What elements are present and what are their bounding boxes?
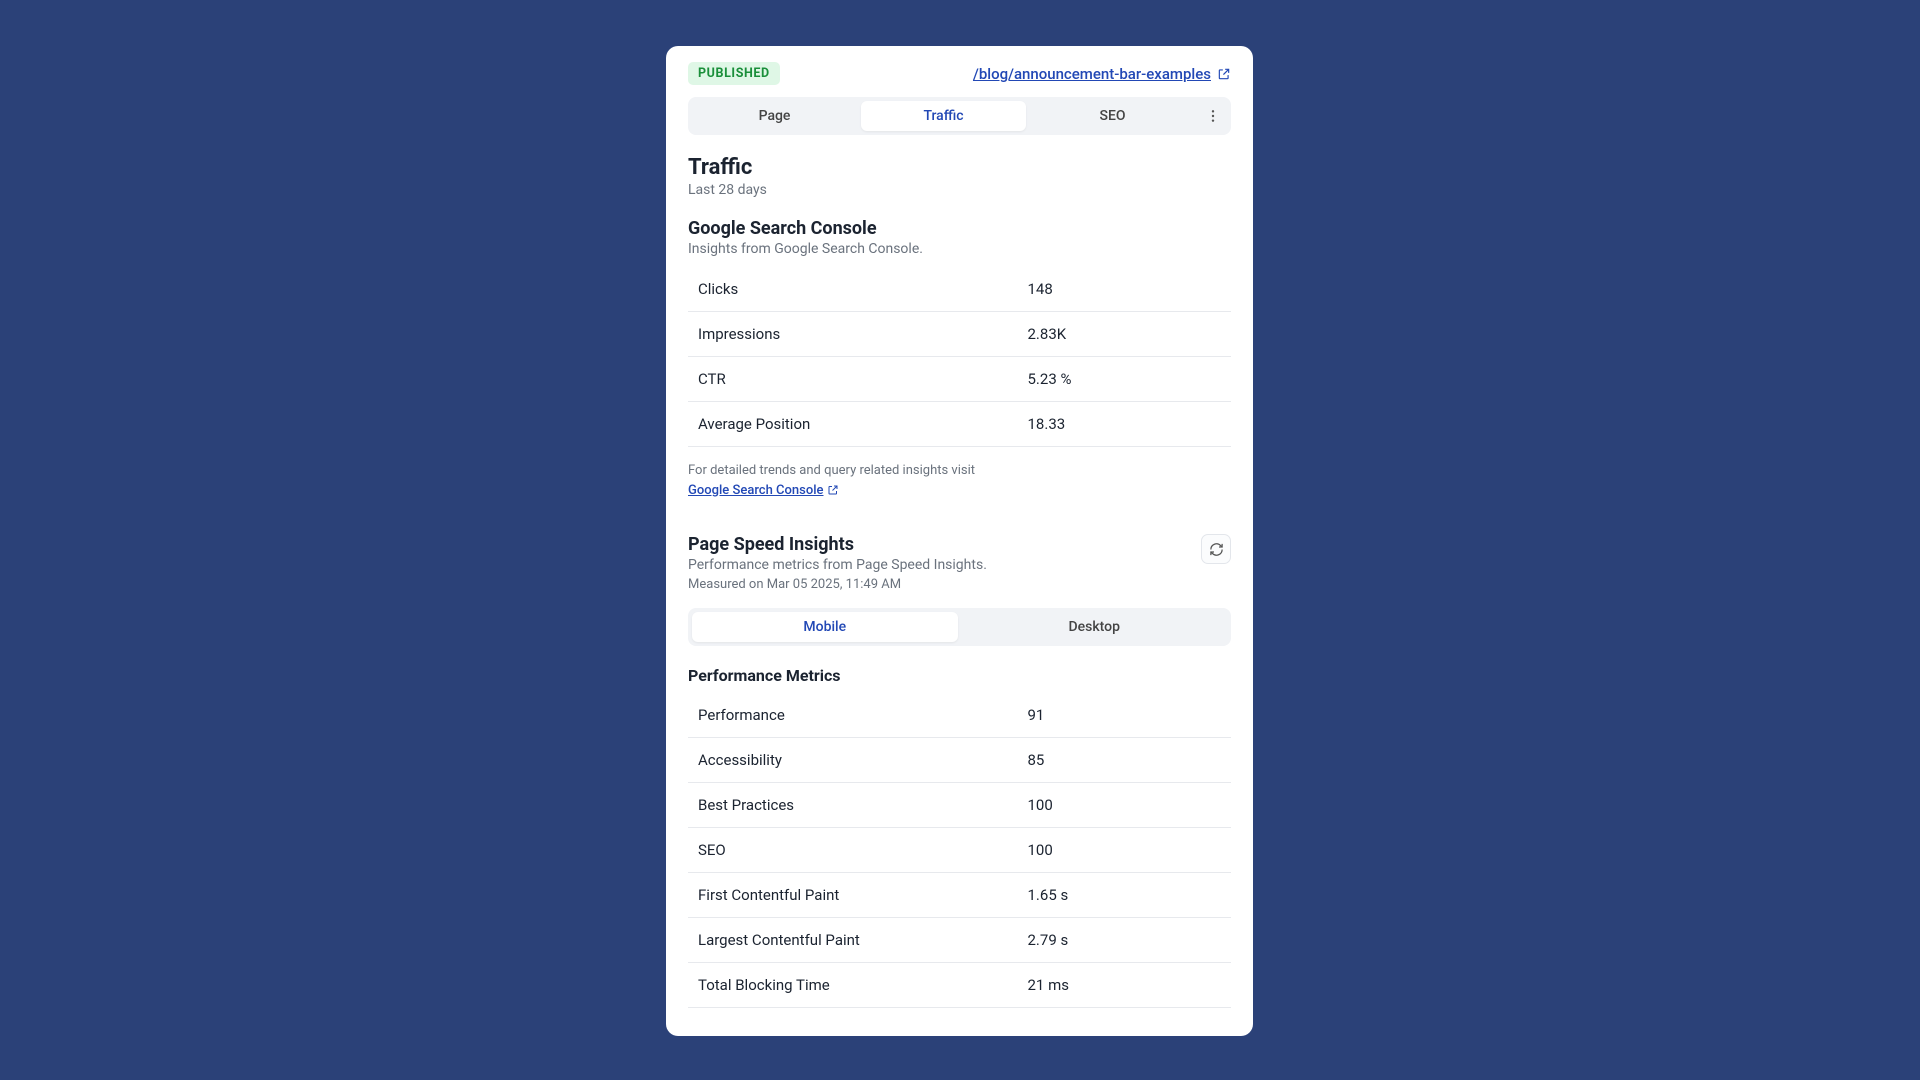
metric-label: Performance: [698, 706, 1028, 724]
tab-mobile[interactable]: Mobile: [692, 612, 958, 642]
metric-row: Clicks 148: [688, 267, 1231, 312]
gsc-metrics: Clicks 148 Impressions 2.83K CTR 5.23 % …: [688, 267, 1231, 447]
metric-value: 100: [1028, 796, 1222, 814]
metric-label: Accessibility: [698, 751, 1028, 769]
metric-value: 5.23 %: [1028, 370, 1222, 388]
metric-row: Largest Contentful Paint 2.79 s: [688, 918, 1231, 963]
psi-metrics: Performance 91 Accessibility 85 Best Pra…: [688, 693, 1231, 1008]
status-badge: PUBLISHED: [688, 62, 780, 85]
psi-header: Page Speed Insights Performance metrics …: [688, 534, 1231, 573]
tab-desktop[interactable]: Desktop: [962, 612, 1228, 642]
metric-label: First Contentful Paint: [698, 886, 1028, 904]
analytics-panel: PUBLISHED /blog/announcement-bar-example…: [666, 46, 1253, 1036]
device-tabs: Mobile Desktop: [688, 608, 1231, 646]
metric-value: 18.33: [1028, 415, 1222, 433]
refresh-icon: [1209, 542, 1224, 557]
metric-label: Largest Contentful Paint: [698, 931, 1028, 949]
metric-row: Impressions 2.83K: [688, 312, 1231, 357]
tab-page[interactable]: Page: [692, 101, 857, 131]
panel-content[interactable]: Traffic Last 28 days Google Search Conso…: [666, 145, 1253, 1036]
gsc-link-text: Google Search Console: [688, 481, 823, 501]
metric-label: Total Blocking Time: [698, 976, 1028, 994]
metric-value: 100: [1028, 841, 1222, 859]
refresh-button[interactable]: [1201, 534, 1231, 564]
traffic-title: Traffic: [688, 155, 1231, 180]
external-link-icon: [1217, 67, 1231, 81]
metric-row: SEO 100: [688, 828, 1231, 873]
external-link-icon: [827, 484, 839, 496]
gsc-external-link[interactable]: Google Search Console: [688, 481, 839, 501]
metric-row: Average Position 18.33: [688, 402, 1231, 447]
panel-header: PUBLISHED /blog/announcement-bar-example…: [666, 46, 1253, 97]
metric-row: CTR 5.23 %: [688, 357, 1231, 402]
metric-label: Average Position: [698, 415, 1028, 433]
metric-value: 1.65 s: [1028, 886, 1222, 904]
page-url-link[interactable]: /blog/announcement-bar-examples: [973, 65, 1231, 83]
metric-label: Best Practices: [698, 796, 1028, 814]
gsc-title: Google Search Console: [688, 218, 1231, 239]
metric-value: 85: [1028, 751, 1222, 769]
metric-value: 148: [1028, 280, 1222, 298]
metric-label: Clicks: [698, 280, 1028, 298]
metric-row: Best Practices 100: [688, 783, 1231, 828]
dots-vertical-icon: [1205, 108, 1221, 124]
metric-row: Performance 91: [688, 693, 1231, 738]
perf-metrics-title: Performance Metrics: [688, 666, 1231, 685]
metric-row: First Contentful Paint 1.65 s: [688, 873, 1231, 918]
metric-label: Impressions: [698, 325, 1028, 343]
more-menu-button[interactable]: [1199, 102, 1227, 130]
main-tabs: Page Traffic SEO: [688, 97, 1231, 135]
metric-value: 2.83K: [1028, 325, 1222, 343]
metric-row: Total Blocking Time 21 ms: [688, 963, 1231, 1008]
gsc-subtitle: Insights from Google Search Console.: [688, 241, 1231, 257]
metric-value: 21 ms: [1028, 976, 1222, 994]
gsc-note-text: For detailed trends and query related in…: [688, 463, 975, 478]
metric-value: 2.79 s: [1028, 931, 1222, 949]
tab-seo[interactable]: SEO: [1030, 101, 1195, 131]
psi-measured: Measured on Mar 05 2025, 11:49 AM: [688, 577, 1231, 592]
traffic-subtitle: Last 28 days: [688, 182, 1231, 198]
psi-subtitle: Performance metrics from Page Speed Insi…: [688, 557, 987, 573]
metric-row: Accessibility 85: [688, 738, 1231, 783]
page-url-text: /blog/announcement-bar-examples: [973, 65, 1211, 83]
tab-traffic[interactable]: Traffic: [861, 101, 1026, 131]
psi-title: Page Speed Insights: [688, 534, 987, 555]
gsc-note: For detailed trends and query related in…: [688, 461, 1231, 500]
metric-value: 91: [1028, 706, 1222, 724]
metric-label: SEO: [698, 841, 1028, 859]
metric-label: CTR: [698, 370, 1028, 388]
